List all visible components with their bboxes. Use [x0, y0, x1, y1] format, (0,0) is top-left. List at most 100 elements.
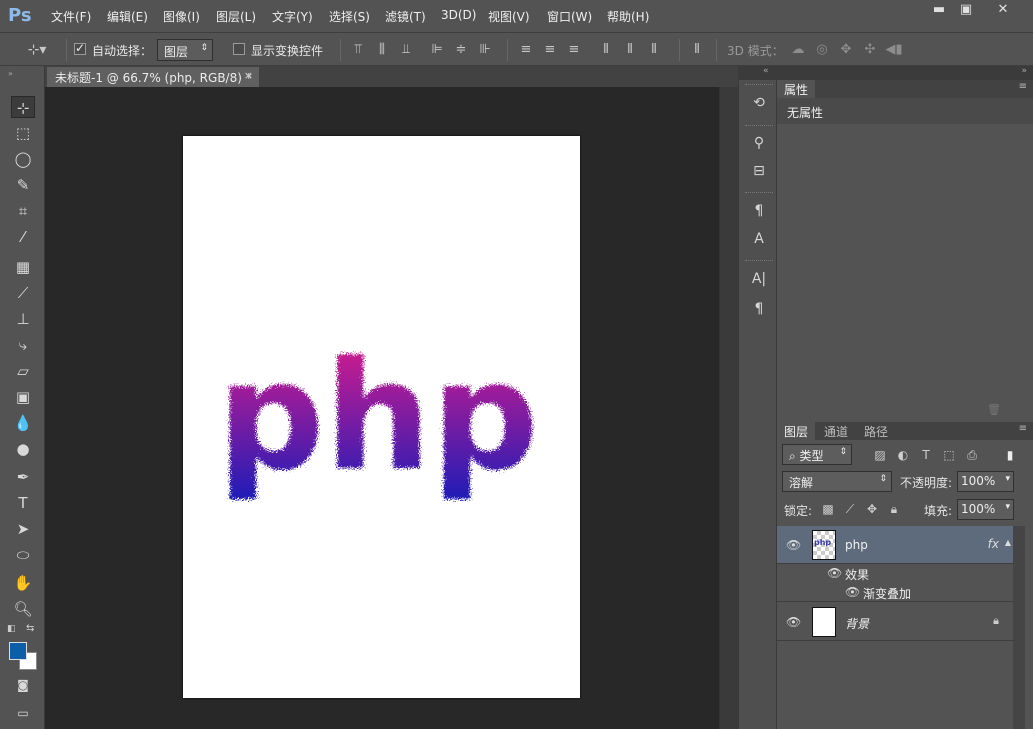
menu-3d[interactable]: 3D(D) — [441, 8, 476, 22]
auto-align-icon[interactable]: ⫴ — [688, 41, 706, 59]
3d-roll-icon[interactable]: ◎ — [813, 41, 831, 59]
expand-panels-icon[interactable]: » — [1021, 66, 1027, 76]
filter-shape-icon[interactable]: ⬚ — [940, 446, 958, 464]
tab-properties[interactable]: 属性 — [777, 80, 816, 98]
close-window-button[interactable]: ✕ — [980, 1, 1026, 21]
shape-tool-icon[interactable]: ⬭ — [11, 544, 35, 566]
filter-adjustment-icon[interactable]: ◐ — [894, 446, 912, 464]
dodge-tool-icon[interactable]: ● — [11, 438, 35, 460]
menu-file[interactable]: 文件(F) — [51, 8, 91, 25]
distribute-hcenter-icon[interactable]: ⦀ — [621, 41, 639, 59]
align-hcenter-icon[interactable]: ≑ — [452, 41, 470, 59]
layer-filter-select[interactable]: ⌕ 类型 ⇕ — [782, 444, 852, 465]
menu-layer[interactable]: 图层(L) — [216, 8, 256, 25]
distribute-right-icon[interactable]: ⦀ — [645, 41, 663, 59]
quick-mask-icon[interactable]: ◙ — [11, 674, 35, 696]
menu-edit[interactable]: 编辑(E) — [107, 8, 148, 25]
panel-menu-icon[interactable]: ≡ — [1019, 81, 1027, 92]
layers-scrollbar[interactable] — [1013, 526, 1025, 729]
blur-tool-icon[interactable]: 💧 — [11, 412, 35, 434]
lasso-tool-icon[interactable]: ◯ — [11, 148, 35, 170]
collapse-panels-icon[interactable]: « — [763, 66, 769, 76]
character-styles-icon[interactable]: A — [748, 228, 770, 250]
eraser-tool-icon[interactable]: ▱ — [11, 360, 35, 382]
type-tool-icon[interactable]: T — [11, 492, 35, 514]
healing-tool-icon[interactable]: ▦ — [11, 256, 35, 278]
filter-toggle-icon[interactable]: ▮ — [1001, 446, 1019, 464]
pen-tool-icon[interactable]: ✒ — [11, 466, 35, 488]
document-tab[interactable]: 未标题-1 @ 66.7% (php, RGB/8) * × — [47, 67, 259, 87]
align-vcenter-icon[interactable]: ⫼ — [373, 41, 391, 59]
history-panel-icon[interactable]: ⟲ — [748, 92, 770, 114]
3d-slide-icon[interactable]: ✣ — [861, 41, 879, 59]
trash-icon[interactable]: 🗑︎ — [987, 403, 1001, 416]
tab-layers[interactable]: 图层 — [777, 422, 816, 440]
filter-smart-object-icon[interactable]: ⎙ — [963, 446, 981, 464]
collapse-arrows-icon[interactable]: » — [8, 69, 13, 78]
foreground-color-swatch[interactable] — [9, 642, 27, 660]
default-colors-icon[interactable]: ◧ — [7, 624, 16, 634]
eye-icon[interactable]: 👁︎ — [786, 538, 802, 552]
filter-pixel-icon[interactable]: ▨ — [871, 446, 889, 464]
distribute-top-icon[interactable]: ≡ — [517, 41, 535, 59]
auto-select-checkbox[interactable] — [74, 41, 86, 55]
3d-rotate-icon[interactable]: ☁ — [789, 41, 807, 59]
marquee-tool-icon[interactable]: ⬚ — [11, 122, 35, 144]
menu-window[interactable]: 窗口(W) — [547, 8, 592, 25]
hand-tool-icon[interactable]: ✋ — [11, 572, 35, 594]
3d-scale-icon[interactable]: ◀▮ — [885, 41, 903, 59]
menu-type[interactable]: 文字(Y) — [272, 8, 313, 25]
layer-name[interactable]: php — [845, 538, 868, 552]
lock-all-icon[interactable]: 🔒︎ — [885, 500, 903, 518]
crop-tool-icon[interactable]: ⌗ — [11, 200, 35, 222]
zoom-tool-icon[interactable]: 🔍︎ — [11, 598, 35, 620]
gradient-overlay-row[interactable]: 👁︎ 渐变叠加 — [777, 583, 1013, 602]
menu-select[interactable]: 选择(S) — [329, 8, 370, 25]
distribute-vcenter-icon[interactable]: ≡ — [541, 41, 559, 59]
gradient-tool-icon[interactable]: ▣ — [11, 386, 35, 408]
show-transform-checkbox[interactable] — [233, 43, 245, 55]
distribute-left-icon[interactable]: ⦀ — [597, 41, 615, 59]
paragraph-panel-icon[interactable]: ¶ — [748, 298, 770, 320]
canvas-vertical-scrollbar[interactable] — [719, 87, 738, 729]
layer-name[interactable]: 背景 — [845, 615, 869, 632]
3d-pan-icon[interactable]: ✥ — [837, 41, 855, 59]
layer-row-background[interactable]: 👁︎ 背景 🔒︎ — [777, 603, 1013, 641]
eye-icon[interactable]: 👁︎ — [827, 566, 843, 580]
menu-help[interactable]: 帮助(H) — [607, 8, 649, 25]
minimize-button[interactable]: ▬ — [925, 1, 953, 21]
opacity-input[interactable]: 100% ▾ — [957, 471, 1014, 492]
close-tab-icon[interactable]: × — [244, 69, 253, 82]
eye-icon[interactable]: 👁︎ — [845, 585, 861, 599]
clone-stamp-tool-icon[interactable]: ⊥ — [11, 308, 35, 330]
align-top-icon[interactable]: ⫪ — [349, 41, 367, 59]
align-bottom-icon[interactable]: ⫫ — [397, 41, 415, 59]
quick-select-tool-icon[interactable]: ✎ — [11, 174, 35, 196]
tab-channels[interactable]: 通道 — [817, 422, 855, 440]
layer-row-php[interactable]: 👁︎ php php fx ▲ — [777, 526, 1013, 564]
effects-row[interactable]: 👁︎ 效果 — [777, 564, 1013, 583]
character-panel-icon[interactable]: A| — [748, 268, 770, 290]
screen-mode-icon[interactable]: ▭ — [11, 702, 35, 724]
menu-view[interactable]: 视图(V) — [488, 8, 530, 25]
auto-select-target-select[interactable]: 图层 ⇕ — [157, 39, 213, 61]
swap-colors-icon[interactable]: ⇆ — [26, 623, 34, 634]
lock-transparent-icon[interactable]: ▩ — [819, 500, 837, 518]
expand-effects-icon[interactable]: ▲ — [1005, 538, 1011, 547]
move-tool-preset-icon[interactable]: ⊹▾ — [25, 41, 49, 59]
brush-tool-icon[interactable]: ⟋ — [11, 282, 35, 304]
history-brush-tool-icon[interactable]: ⤷ — [11, 334, 35, 356]
menu-filter[interactable]: 滤镜(T) — [385, 8, 426, 25]
move-tool-icon[interactable]: ⊹ — [11, 96, 35, 118]
eye-icon[interactable]: 👁︎ — [786, 615, 802, 629]
distribute-bottom-icon[interactable]: ≡ — [565, 41, 583, 59]
filter-type-icon[interactable]: T — [917, 446, 935, 464]
align-left-icon[interactable]: ⊫ — [428, 41, 446, 59]
blend-mode-select[interactable]: 溶解 ⇕ — [782, 471, 892, 492]
restore-button[interactable]: ▣ — [952, 1, 980, 21]
path-select-tool-icon[interactable]: ➤ — [11, 518, 35, 540]
tab-paths[interactable]: 路径 — [857, 422, 895, 440]
lock-image-icon[interactable]: ⟋ — [841, 500, 859, 518]
fx-badge[interactable]: fx — [988, 537, 999, 551]
lock-position-icon[interactable]: ✥ — [863, 500, 881, 518]
